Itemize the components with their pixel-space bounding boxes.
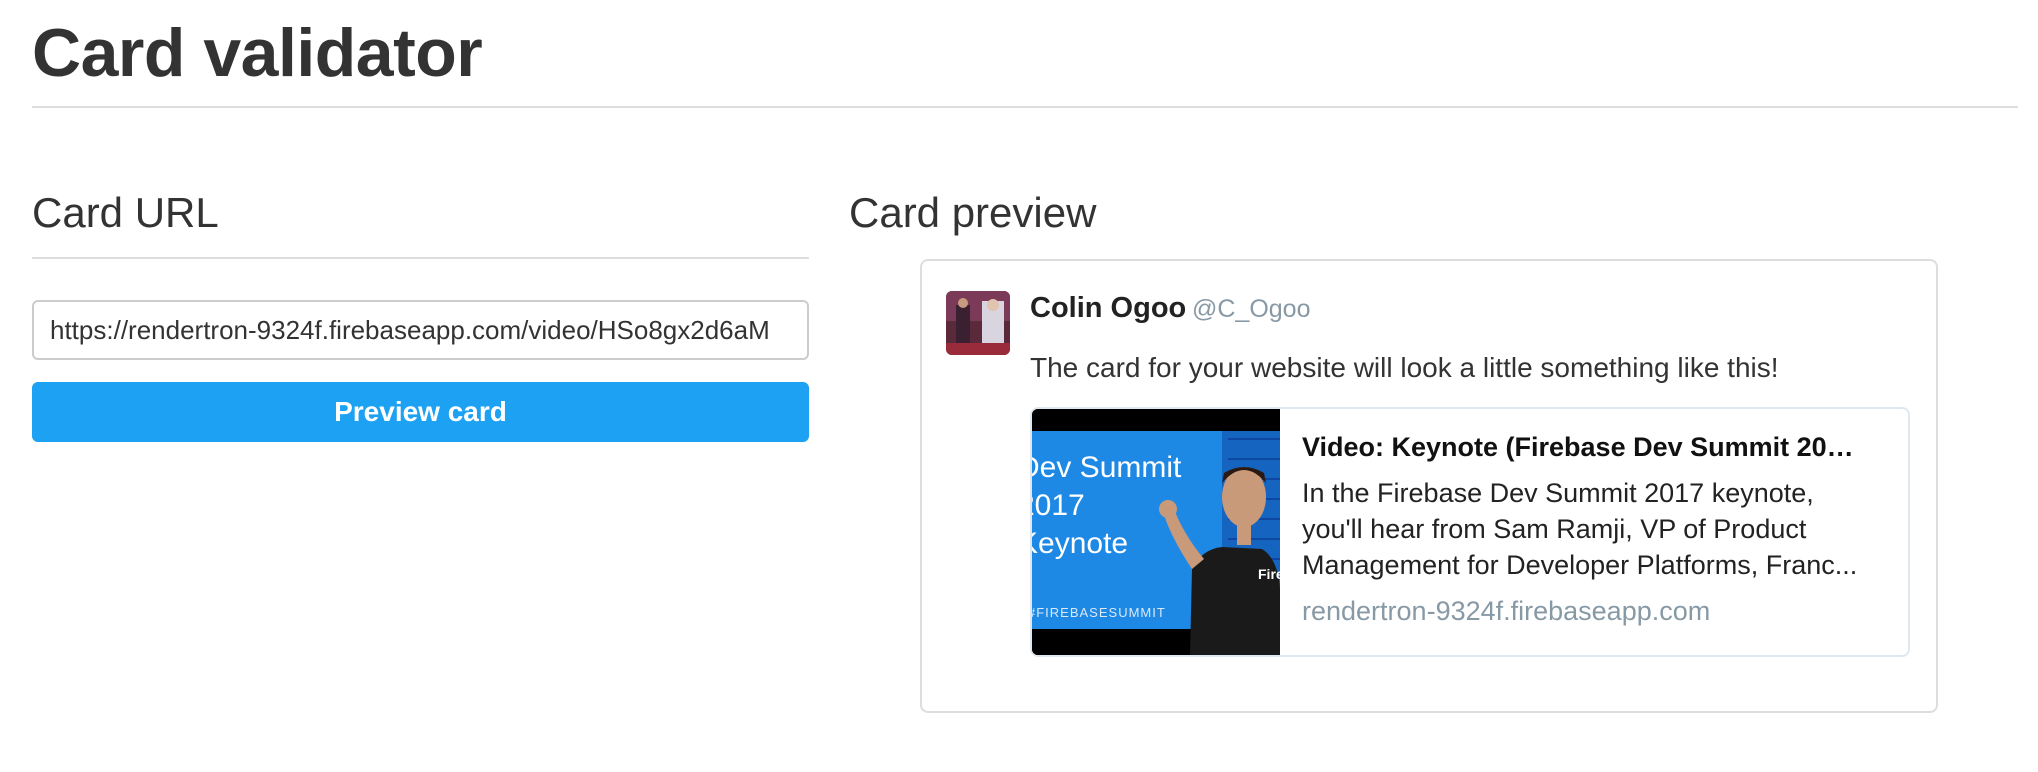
thumbnail-line-1: Dev Summit [1032,451,1182,484]
thumbnail-line-3: Keynote [1032,527,1129,560]
card-description-line: you'll hear from Sam Ramji, VP of Produc… [1302,514,1807,544]
svg-text:Fire: Fire [1258,566,1280,582]
thumbnail-hashtag: #FIREBASESUMMIT [1032,605,1166,620]
card-description-line: In the Firebase Dev Summit 2017 keynote, [1302,478,1814,508]
card-title[interactable]: Video: Keynote (Firebase Dev Summit 20… [1302,429,1892,465]
preview-card-button[interactable]: Preview card [32,382,809,442]
card-url-heading: Card URL [32,189,219,236]
card-thumbnail: Fire Dev Summit 2017 Keynote #FIREBASESU… [1032,409,1280,655]
page-title: Card validator [32,15,483,91]
tweet-preview: Colin Ogoo @C_Ogoo The card for your web… [920,259,1938,713]
card-domain[interactable]: rendertron-9324f.firebaseapp.com [1302,593,1892,629]
card-description-line: Management for Developer Platforms, Fran… [1302,550,1858,580]
tweet-author-handle[interactable]: @C_Ogoo [1192,292,1311,326]
card-body: Video: Keynote (Firebase Dev Summit 20… … [1302,429,1892,629]
title-divider [32,106,2018,108]
avatar[interactable] [946,291,1010,355]
tweet-author-name[interactable]: Colin Ogoo [1030,289,1186,327]
avatar-image-icon [946,291,1010,355]
card-url-divider [32,257,809,259]
thumbnail-line-2: 2017 [1032,489,1085,522]
card-preview-heading: Card preview [849,189,1097,236]
link-card[interactable]: Fire Dev Summit 2017 Keynote #FIREBASESU… [1030,407,1910,657]
tweet-text: The card for your website will look a li… [1030,352,1779,383]
card-url-input[interactable] [32,300,809,360]
